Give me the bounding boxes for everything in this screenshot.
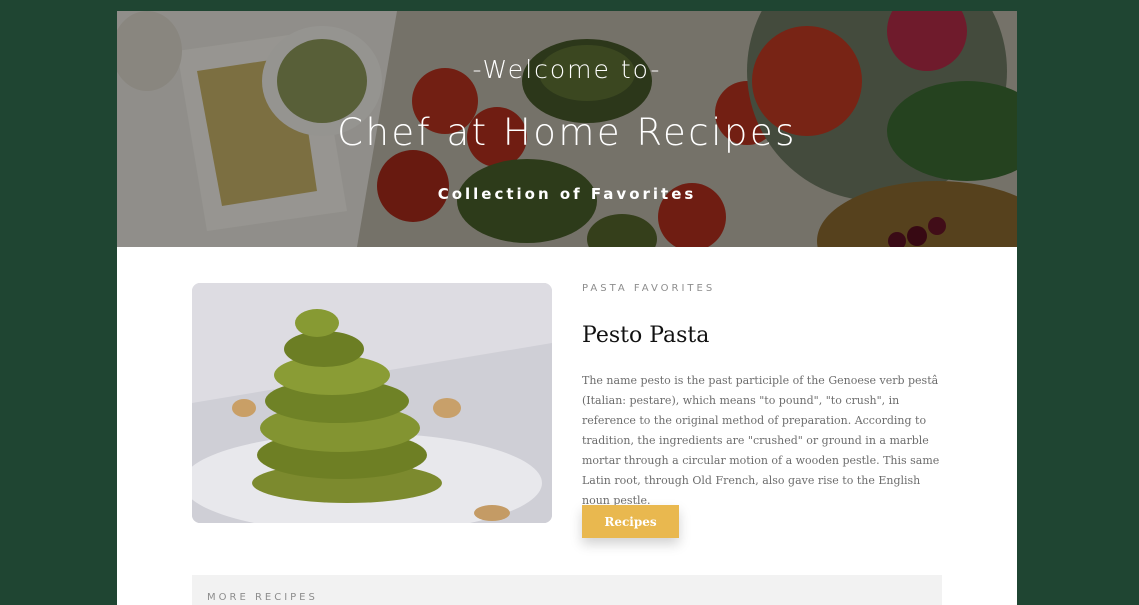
site-title: Chef at Home Recipes (337, 111, 797, 154)
hero-banner: -Welcome to- Chef at Home Recipes Collec… (117, 11, 1017, 247)
hero-subtitle: Collection of Favorites (437, 185, 697, 203)
recipe-description: The name pesto is the past participle of… (582, 374, 940, 507)
page-card: -Welcome to- Chef at Home Recipes Collec… (117, 11, 1017, 605)
pesto-pasta-image (192, 283, 552, 523)
category-label: PASTA FAVORITES (582, 283, 716, 294)
recipes-button[interactable]: Recipes (582, 505, 679, 538)
more-recipes-section: MORE RECIPES (192, 575, 942, 605)
more-recipes-label: MORE RECIPES (207, 592, 318, 603)
recipe-title: Pesto Pasta (582, 323, 710, 348)
hero-pretitle: -Welcome to- (472, 55, 662, 84)
